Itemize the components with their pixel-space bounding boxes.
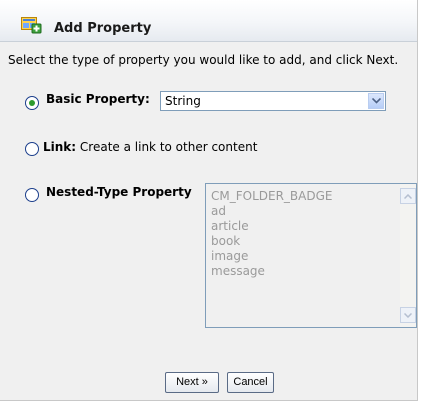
add-property-dialog: Add Property Select the type of property… bbox=[0, 0, 418, 401]
list-item[interactable]: article bbox=[211, 219, 333, 234]
list-item[interactable]: message bbox=[211, 264, 333, 279]
chevron-down-icon[interactable] bbox=[368, 93, 384, 109]
nested-type-radio[interactable] bbox=[25, 188, 39, 202]
scroll-down-arrow-icon[interactable] bbox=[400, 307, 416, 323]
nested-type-items: CM_FOLDER_BADGE ad article book image me… bbox=[211, 189, 333, 279]
cancel-button[interactable]: Cancel bbox=[227, 372, 274, 393]
link-option: Link: Create a link to other content bbox=[43, 140, 257, 154]
basic-type-select[interactable]: String bbox=[160, 91, 386, 111]
list-item[interactable]: image bbox=[211, 249, 333, 264]
basic-property-radio[interactable] bbox=[25, 96, 39, 110]
add-property-icon bbox=[21, 17, 43, 35]
listbox-scrollbar[interactable] bbox=[400, 184, 416, 327]
next-button[interactable]: Next » bbox=[165, 372, 219, 393]
scroll-up-arrow-icon[interactable] bbox=[400, 188, 416, 204]
basic-property-label: Basic Property: bbox=[46, 92, 150, 106]
nested-type-listbox[interactable]: CM_FOLDER_BADGE ad article book image me… bbox=[205, 183, 417, 328]
dialog-header: Add Property bbox=[0, 0, 417, 42]
link-description: Create a link to other content bbox=[79, 140, 258, 154]
list-item[interactable]: book bbox=[211, 234, 333, 249]
link-radio[interactable] bbox=[25, 142, 39, 156]
instructions-text: Select the type of property you would li… bbox=[8, 53, 399, 67]
nested-type-label: Nested-Type Property bbox=[46, 185, 192, 199]
link-label: Link: bbox=[43, 140, 77, 154]
dialog-title: Add Property bbox=[54, 21, 152, 36]
basic-type-value: String bbox=[165, 94, 201, 108]
list-item[interactable]: CM_FOLDER_BADGE bbox=[211, 189, 333, 204]
list-item[interactable]: ad bbox=[211, 204, 333, 219]
radio-selected-dot bbox=[29, 100, 35, 106]
